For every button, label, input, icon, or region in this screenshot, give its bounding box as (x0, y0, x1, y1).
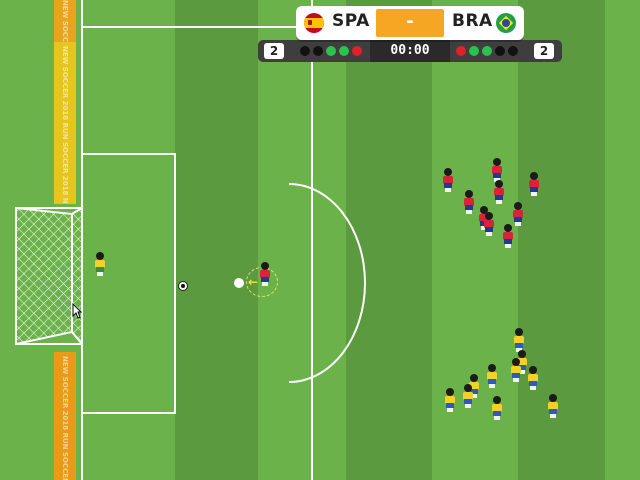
scoreboard-bottom: 2 00:00 2 (258, 40, 562, 62)
scoreboard-top: SPA - BRA (296, 6, 524, 40)
home-penalty-4 (339, 46, 349, 56)
brazil-player (462, 384, 474, 408)
away-score: 2 (534, 43, 554, 59)
grass-stripe (605, 0, 640, 480)
grass-stripe (175, 0, 258, 480)
spain-player (491, 158, 503, 182)
home-penalty-5 (352, 46, 362, 56)
away-penalty-4 (495, 46, 505, 56)
goal-net (15, 206, 83, 347)
brazil-player (491, 396, 503, 420)
spain-flag-icon (304, 13, 324, 33)
home-penalty-1 (300, 46, 310, 56)
spain-player (463, 190, 475, 214)
brazil-player (547, 394, 559, 418)
touch-line (81, 26, 311, 28)
match-clock: 00:00 (370, 40, 450, 62)
active-player-spain[interactable] (259, 262, 271, 286)
away-team-name: BRA (452, 11, 493, 31)
penalty-area (81, 153, 176, 414)
spain-player (442, 168, 454, 192)
soccer-ball[interactable] (178, 281, 188, 291)
brazil-player (444, 388, 456, 412)
brazil-player (527, 366, 539, 390)
brazil-flag-icon (496, 13, 516, 33)
home-score: 2 (264, 43, 284, 59)
home-penalty-3 (326, 46, 336, 56)
goalkeeper (94, 252, 106, 276)
ad-board-text: NEW SOCCER 2018 RUN SOCCER 2018 NEW SOCC… (61, 46, 69, 204)
spain-player (502, 224, 514, 248)
spain-player (483, 212, 495, 236)
spain-player (528, 172, 540, 196)
home-penalty-2 (313, 46, 323, 56)
away-penalty-5 (508, 46, 518, 56)
away-penalty-1 (456, 46, 466, 56)
away-penalty-2 (469, 46, 479, 56)
spain-player (493, 180, 505, 204)
ad-board-text: NEW SOCCER 2018 RUN SOCCER 2018 NEW SOCC… (61, 356, 69, 480)
ad-board: NEW SOCCER 2018 RUN SOCCER 2018 NEW SOCC… (54, 42, 76, 204)
brazil-player (510, 358, 522, 382)
ad-board-top: NEW SOCCER 2018 RUN SOCCER 2018 NEW SOCC… (54, 0, 76, 42)
home-team-name: SPA (332, 11, 370, 31)
arrow-left-icon: ← (248, 275, 259, 289)
ad-board-bottom: NEW SOCCER 2018 RUN SOCCER 2018 NEW SOCC… (54, 352, 76, 480)
brazil-player (486, 364, 498, 388)
spain-player (512, 202, 524, 226)
brazil-player (513, 328, 525, 352)
penalty-spot (234, 278, 244, 288)
ad-board-text: NEW SOCCER 2018 RUN SOCCER 2018 NEW SOCC… (54, 0, 76, 42)
away-penalty-3 (482, 46, 492, 56)
grass-stripe (346, 0, 432, 480)
soccer-pitch[interactable] (0, 0, 640, 480)
grass-stripe (518, 0, 605, 480)
match-status: - (376, 9, 444, 37)
